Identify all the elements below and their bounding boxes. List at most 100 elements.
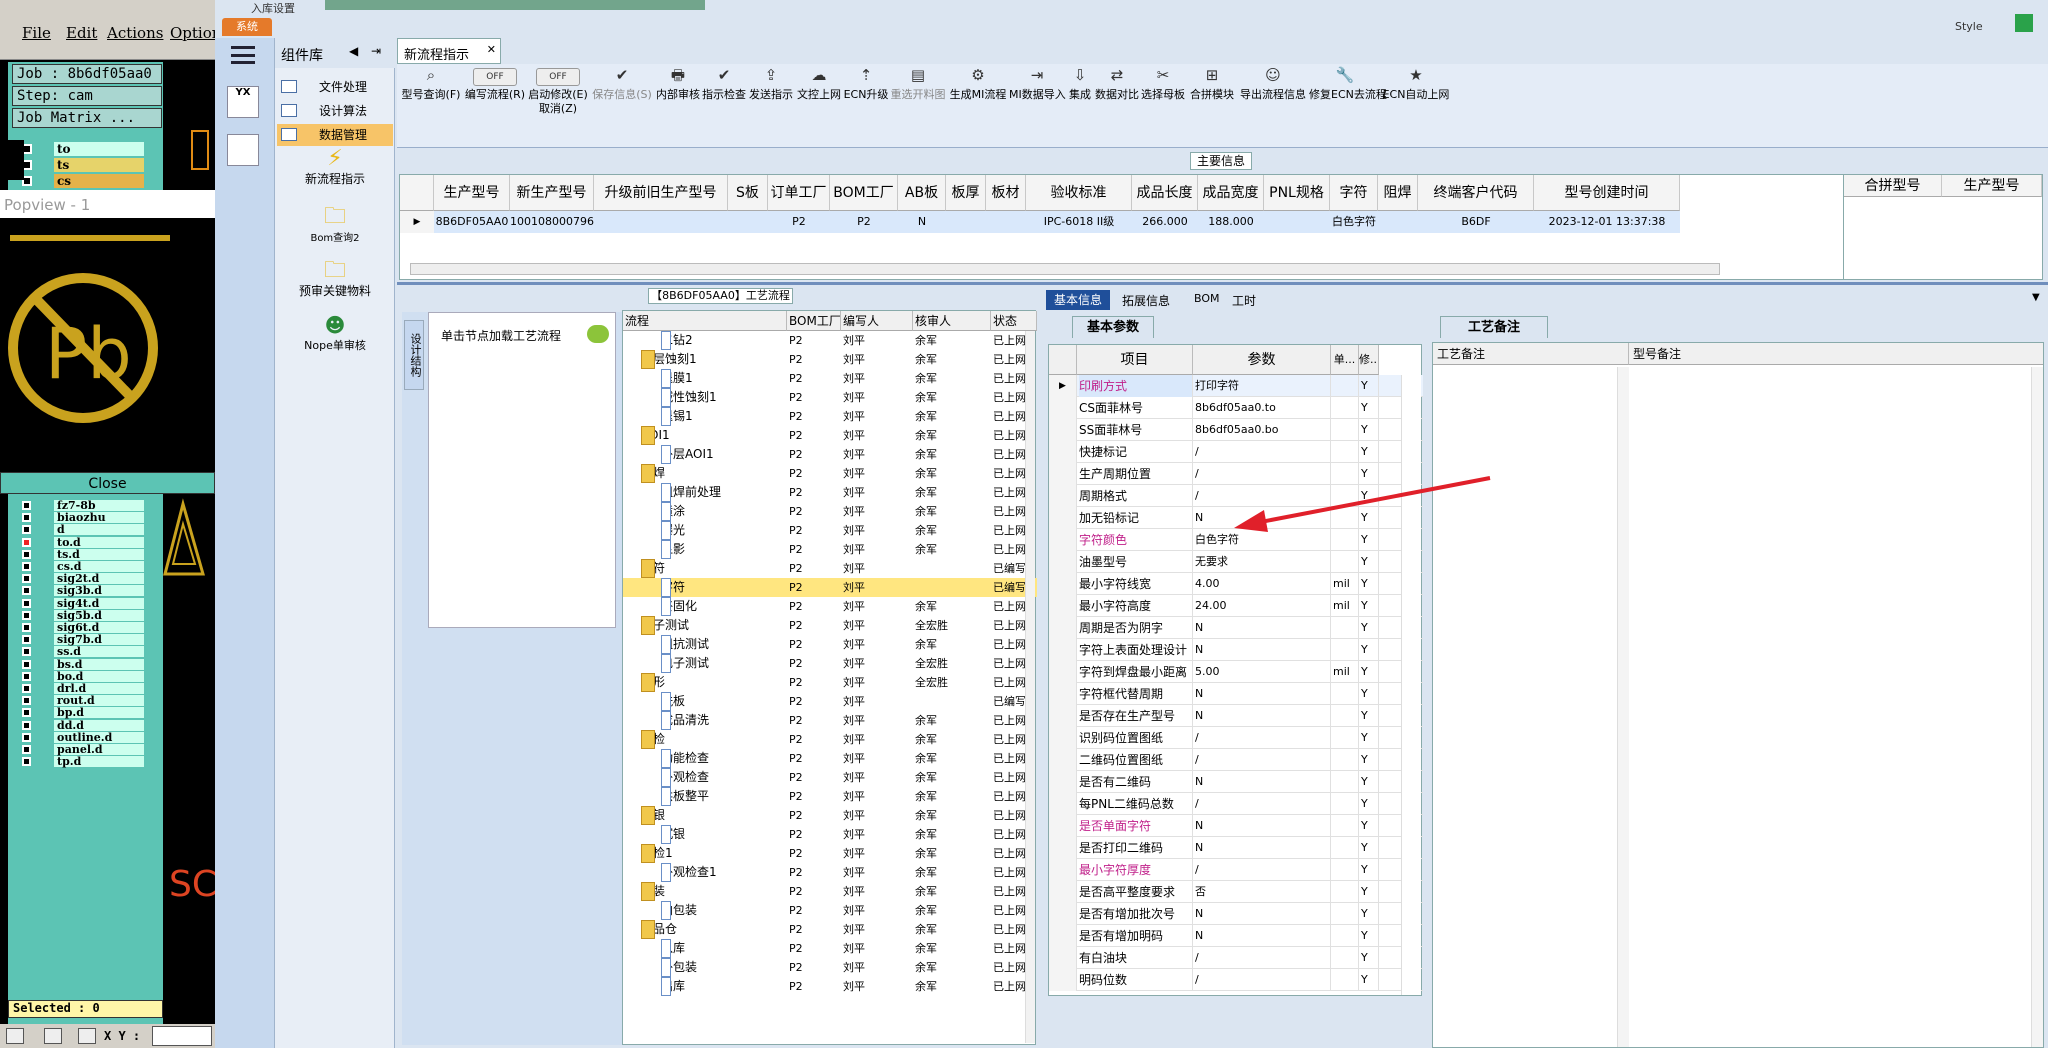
xy-input[interactable]: [152, 1026, 212, 1046]
param-header[interactable]: 单...: [1331, 345, 1359, 375]
grid-cell[interactable]: [946, 211, 986, 233]
param-row[interactable]: 有白油块 / Y: [1049, 947, 1423, 969]
tree-row[interactable]: 外层AOI1 P2 刘平 余军 已上网: [623, 445, 1037, 464]
tree-row[interactable]: −AOI1P2 刘平 余军 已上网: [623, 426, 1037, 445]
tree-row[interactable]: 阻抗测试 P2 刘平 余军 已上网: [623, 635, 1037, 654]
layer-checkbox[interactable]: [22, 732, 31, 742]
layer-checkbox[interactable]: [22, 537, 31, 547]
ribbon-button[interactable]: ✔ 指示检查: [701, 68, 747, 102]
layer-checkbox[interactable]: [22, 501, 31, 510]
param-cell[interactable]: /: [1195, 727, 1331, 749]
layer-row[interactable]: sig6t.d: [14, 622, 144, 634]
doc-tab-new-flow[interactable]: 新流程指示 ✕: [397, 38, 501, 64]
grid-cell[interactable]: B6DF: [1418, 211, 1534, 233]
tab-extend-info[interactable]: 拓展信息: [1122, 292, 1170, 309]
tree-row[interactable]: 字符 P2 刘平 已编写: [623, 578, 1037, 597]
param-header[interactable]: 参数: [1193, 345, 1331, 375]
grid-cell[interactable]: P2: [830, 211, 898, 233]
style-menu[interactable]: Style: [1955, 20, 1983, 33]
param-cell[interactable]: N: [1195, 925, 1331, 947]
layer-checkbox[interactable]: [22, 525, 31, 535]
grid-header[interactable]: 验收标准: [1026, 175, 1132, 211]
param-row[interactable]: SS面菲林号 8b6df05aa0.bo Y: [1049, 419, 1423, 441]
tree-row[interactable]: 出库 P2 刘平 余军 已上网: [623, 977, 1037, 996]
layer-row[interactable]: cs: [14, 174, 144, 188]
param-row[interactable]: ▶ 印刷方式 打印字符 Y: [1049, 375, 1423, 397]
param-cell[interactable]: N: [1195, 771, 1331, 793]
tree-row[interactable]: 终固化 P2 刘平 余军 已上网: [623, 597, 1037, 616]
layer-checkbox[interactable]: [22, 745, 31, 754]
grid-header[interactable]: S板: [728, 175, 768, 211]
tree-row[interactable]: 退膜1 P2 刘平 余军 已上网: [623, 369, 1037, 388]
grid-cell[interactable]: [728, 211, 768, 233]
layer-checkbox[interactable]: [22, 647, 31, 657]
close-tab-icon[interactable]: ✕: [487, 43, 496, 56]
tree-row[interactable]: −阻焊P2 刘平 余军 已上网: [623, 464, 1037, 483]
grid-cell[interactable]: IPC-6018 II级: [1026, 211, 1132, 233]
horizontal-scrollbar[interactable]: [410, 263, 1720, 275]
param-row[interactable]: 最小字符厚度 / Y: [1049, 859, 1423, 881]
param-row[interactable]: 最小字符线宽 4.00 mil Y: [1049, 573, 1423, 595]
layer-row[interactable]: ts.d: [14, 548, 144, 561]
layer-row[interactable]: tp.d: [14, 756, 144, 768]
grid-cell[interactable]: 266.000: [1132, 211, 1198, 233]
tree-row[interactable]: 外包装 P2 刘平 余军 已上网: [623, 958, 1037, 977]
param-header[interactable]: 项目: [1077, 345, 1193, 375]
grid-cell[interactable]: N: [898, 211, 946, 233]
tree-row[interactable]: 阻焊前处理 P2 刘平 余军 已上网: [623, 483, 1037, 502]
tree-header[interactable]: 核审人: [913, 311, 991, 331]
param-row[interactable]: 油墨型号 无要求 Y: [1049, 551, 1423, 573]
tree-row[interactable]: 外观检查 P2 刘平 余军 已上网: [623, 768, 1037, 787]
layer-row[interactable]: drl.d: [14, 683, 144, 695]
tree-row[interactable]: −外形P2 刘平 全宏胜 已上网: [623, 673, 1037, 692]
tool-new-flow-indication[interactable]: ⚡ 新流程指示: [290, 148, 380, 187]
ribbon-button[interactable]: ⇪ 发送指示: [747, 68, 795, 102]
layer-checkbox[interactable]: [22, 696, 31, 706]
close-button[interactable]: Close: [0, 472, 215, 494]
layer-checkbox[interactable]: [22, 598, 31, 608]
ribbon-button[interactable]: ✔ 保存信息(S): [589, 68, 655, 102]
param-row[interactable]: 是否有增加明码 N Y: [1049, 925, 1423, 947]
grid-header[interactable]: 字符: [1330, 175, 1378, 211]
tree-row[interactable]: −成品仓P2 刘平 余军 已上网: [623, 920, 1037, 939]
param-cell[interactable]: N: [1195, 837, 1331, 859]
layer-row[interactable]: sig4t.d: [14, 597, 144, 610]
param-row[interactable]: 是否打印二维码 N Y: [1049, 837, 1423, 859]
layer-checkbox[interactable]: [22, 562, 31, 571]
param-row[interactable]: 字符到焊盘最小距离 5.00 mil Y: [1049, 661, 1423, 683]
ribbon-button[interactable]: ⇩ 集成: [1065, 68, 1095, 102]
tree-header[interactable]: BOM工厂: [787, 311, 841, 331]
job-matrix-button[interactable]: Job Matrix ...: [12, 108, 162, 128]
tree-header[interactable]: 流程: [623, 311, 787, 331]
grid-cell[interactable]: [1378, 211, 1418, 233]
param-row[interactable]: 每PNL二维码总数 / Y: [1049, 793, 1423, 815]
layer-row[interactable]: to: [14, 142, 144, 156]
tree-row[interactable]: −外层蚀刻1P2 刘平 余军 已上网: [623, 350, 1037, 369]
layer-checkbox[interactable]: [22, 635, 31, 645]
grid-cell[interactable]: 10010800079634: [510, 211, 594, 233]
grid-header[interactable]: 成品宽度: [1198, 175, 1264, 211]
param-cell[interactable]: N: [1195, 683, 1331, 705]
param-cell[interactable]: N: [1195, 815, 1331, 837]
param-cell[interactable]: N: [1195, 617, 1331, 639]
layer-checkbox[interactable]: [22, 513, 31, 523]
menu-file[interactable]: File: [22, 24, 51, 42]
tree-row[interactable]: 外观检查1 P2 刘平 余军 已上网: [623, 863, 1037, 882]
ribbon-button[interactable]: OFF 启动修改(E) 取消(Z): [527, 68, 589, 116]
param-cell[interactable]: /: [1195, 793, 1331, 815]
grid-cell[interactable]: P2: [768, 211, 830, 233]
param-header[interactable]: [1049, 345, 1077, 375]
param-row[interactable]: 识别码位置图纸 / Y: [1049, 727, 1423, 749]
tree-row[interactable]: −沉银P2 刘平 余军 已上网: [623, 806, 1037, 825]
layer-checkbox[interactable]: [22, 574, 31, 584]
param-row[interactable]: 字符框代替周期 N Y: [1049, 683, 1423, 705]
grid-header[interactable]: 订单工厂: [768, 175, 830, 211]
menu-actions[interactable]: Actions: [107, 24, 163, 42]
param-cell[interactable]: /: [1195, 947, 1331, 969]
tree-header[interactable]: 编写人: [841, 311, 913, 331]
param-cell[interactable]: 8b6df05aa0.bo: [1195, 419, 1331, 441]
scrollbar[interactable]: [2031, 367, 2043, 1047]
zoom-tool-icon[interactable]: [44, 1028, 62, 1044]
grid-tool-icon[interactable]: [78, 1028, 96, 1044]
param-row[interactable]: 周期是否为阴字 N Y: [1049, 617, 1423, 639]
